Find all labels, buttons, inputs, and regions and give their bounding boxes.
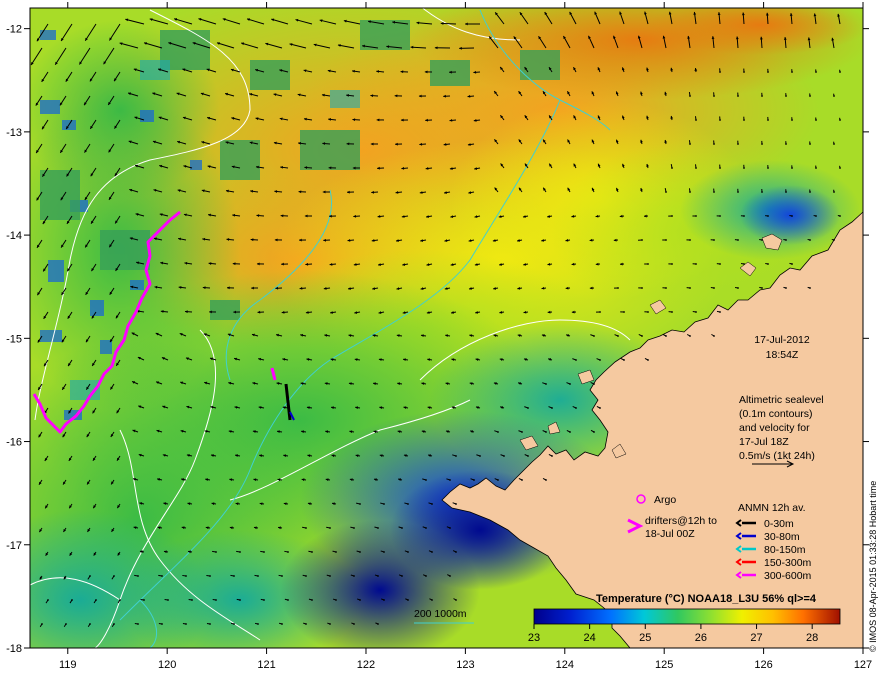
svg-text:drifters@12h to: drifters@12h to	[645, 515, 717, 527]
colorbar-tick-label: 25	[639, 632, 651, 644]
y-tick-label: -16	[6, 437, 22, 449]
colorbar-title: Temperature (°C) NOAA18_L3U 56% ql>=4	[596, 593, 817, 605]
sst-map: 119 120 121 122 123 124 125 126 127 -12 -13 -14 -15…	[6, 2, 878, 671]
y-tick-label: -13	[6, 127, 22, 139]
credit: © IMOS 08-Apr-2015 01:33:28 Hobart time	[868, 481, 878, 652]
svg-text:0.5m/s (1kt 24h): 0.5m/s (1kt 24h)	[739, 450, 815, 462]
x-tick-label: 125	[655, 659, 673, 671]
anmn-depth-label: 30-80m	[764, 531, 800, 543]
svg-text:17-Jul 18Z: 17-Jul 18Z	[739, 436, 789, 448]
y-tick-label: -15	[6, 333, 22, 345]
svg-text:200 1000m: 200 1000m	[414, 608, 467, 620]
x-tick-label: 120	[158, 659, 176, 671]
x-tick-label: 126	[754, 659, 772, 671]
anmn-depth-label: 150-300m	[764, 557, 812, 569]
y-tick-label: -18	[6, 643, 22, 655]
svg-text:(0.1m contours): (0.1m contours)	[739, 408, 813, 420]
svg-text:Argo: Argo	[654, 494, 676, 506]
y-tick-label: -17	[6, 540, 22, 552]
anmn-depth-label: 80-150m	[764, 544, 806, 556]
x-tick-label: 123	[456, 659, 474, 671]
time-label: 18:54Z	[766, 349, 799, 361]
svg-text:18-Jul 00Z: 18-Jul 00Z	[645, 528, 695, 540]
colorbar-tick-label: 24	[584, 632, 596, 644]
colorbar-tick-label: 27	[750, 632, 762, 644]
anmn-depth-label: 300-600m	[764, 570, 812, 582]
x-tick-label: 119	[59, 659, 77, 671]
colorbar-tick-label: 23	[528, 632, 540, 644]
x-tick-label: 122	[357, 659, 375, 671]
x-tick-label: 127	[854, 659, 872, 671]
anmn-depth-label: 0-30m	[764, 518, 794, 530]
x-tick-label: 121	[257, 659, 275, 671]
svg-text:Altimetric sealevel: Altimetric sealevel	[739, 394, 824, 406]
anmn-title: ANMN 12h av.	[738, 502, 806, 514]
date-label: 17-Jul-2012	[754, 334, 810, 346]
colorbar-tick-label: 26	[695, 632, 707, 644]
colorbar-tick-label: 28	[806, 632, 818, 644]
y-tick-label: -14	[6, 230, 22, 242]
svg-text:and velocity for: and velocity for	[739, 422, 810, 434]
y-tick-label: -12	[6, 24, 22, 36]
x-tick-label: 124	[556, 659, 574, 671]
